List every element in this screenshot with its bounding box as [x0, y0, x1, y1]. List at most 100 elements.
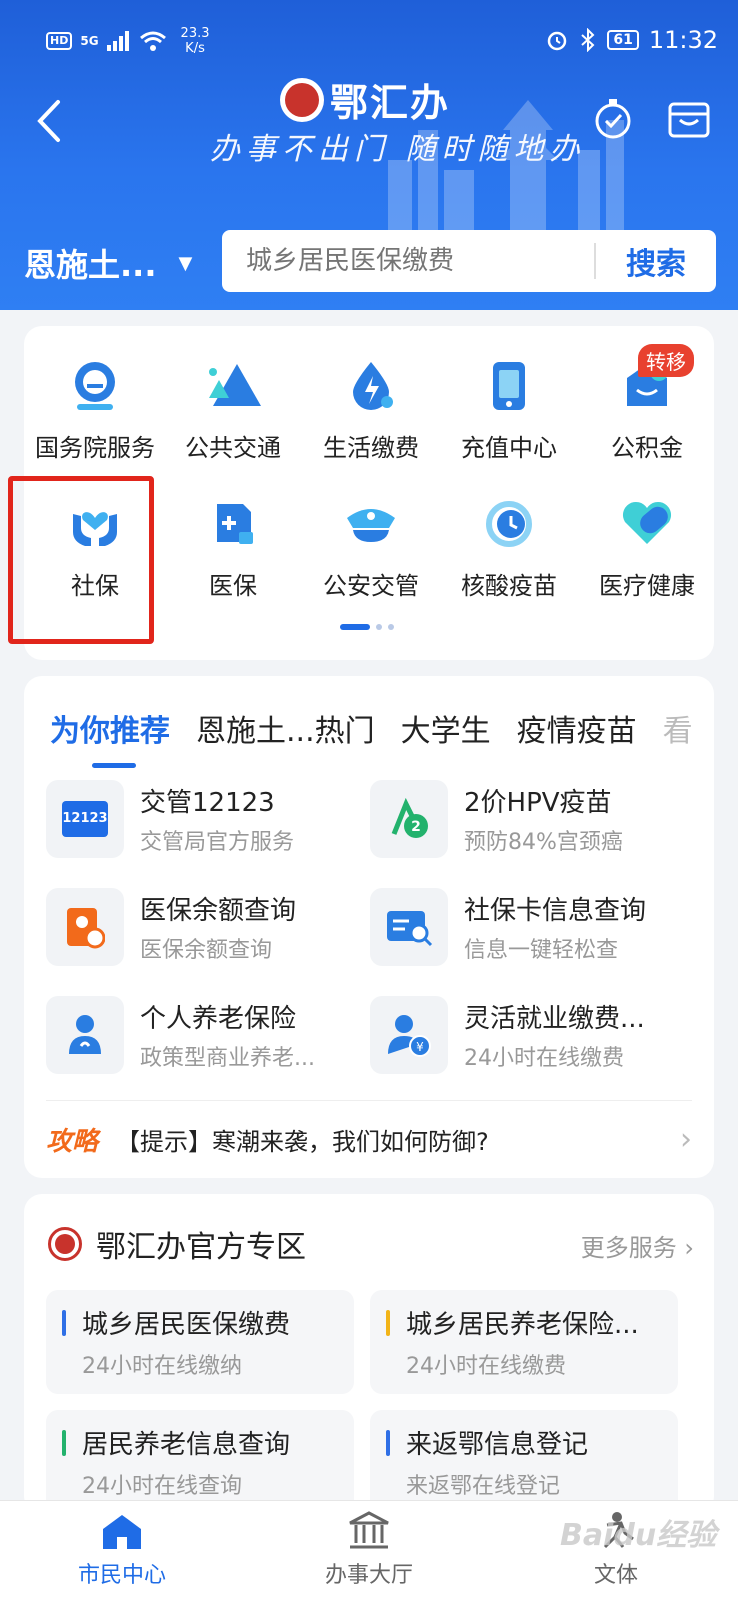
recommend-card: 为你推荐 恩施土...热门 大学生 疫情疫苗 看 12123 交管12123 交… [24, 676, 714, 1178]
recommend-item[interactable]: 医保余额查询 医保余额查询 [46, 888, 366, 968]
recommend-item[interactable]: 12123 交管12123 交管局官方服务 [46, 780, 366, 860]
accent-bar [386, 1430, 390, 1456]
government-building-icon [349, 1511, 389, 1549]
region-selector[interactable]: 恩施土... ▼ [24, 240, 192, 286]
service-label: 公积金 [611, 434, 683, 462]
tab-epidemic[interactable]: 疫情疫苗 [517, 706, 637, 750]
employment-payment-icon: ¥ [370, 996, 448, 1074]
logo-emblem-icon [280, 77, 324, 122]
service-state-council[interactable]: 国务院服务 [26, 358, 164, 463]
recommend-title: 交管12123 [140, 788, 275, 818]
baidu-watermark: Baidu经验 [560, 1518, 717, 1553]
recommend-title: 社保卡信息查询 [464, 896, 647, 926]
service-label: 公安交管 [323, 572, 419, 600]
app-logo-small-icon [48, 1227, 82, 1261]
net-speed-value: 23.3 [180, 26, 210, 41]
svg-text:2: 2 [411, 819, 421, 835]
official-item[interactable]: 城乡居民养老保险... 24小时在线缴费 [370, 1290, 678, 1394]
traffic-12123-icon: 12123 [46, 780, 124, 858]
official-item[interactable]: 城乡居民医保缴费 24小时在线缴纳 [46, 1290, 354, 1394]
service-label: 医疗健康 [599, 572, 695, 600]
status-right: 61 11:32 [545, 26, 718, 54]
police-cap-icon [347, 509, 395, 542]
svg-text:¥: ¥ [416, 1040, 424, 1054]
recommend-title: 灵活就业缴费... [464, 1004, 645, 1034]
svg-text:12123: 12123 [62, 811, 107, 826]
recommend-subtitle: 交管局官方服务 [140, 830, 295, 855]
nav-label: 市民中心 [77, 1563, 166, 1588]
recommend-subtitle: 政策型商业养老... [140, 1046, 315, 1071]
service-utility-payment[interactable]: 生活缴费 [302, 358, 440, 463]
recommend-title: 医保余额查询 [140, 896, 297, 926]
recommend-subtitle: 信息一键轻松查 [464, 938, 619, 963]
recommend-subtitle: 预防84%宫颈癌 [464, 830, 623, 855]
official-zone-title: 鄂汇办官方专区 [96, 1230, 306, 1265]
official-item-subtitle: 24小时在线缴费 [406, 1354, 566, 1379]
utility-payment-icon [353, 362, 393, 410]
recommend-title: 2价HPV疫苗 [464, 788, 612, 818]
status-left: HD 5G 23.3 K/s [46, 26, 210, 56]
nav-citizen-center[interactable]: 市民中心 [42, 1511, 202, 1589]
chevron-right-icon: › [684, 1234, 694, 1262]
recommend-item[interactable]: 2 2价HPV疫苗 预防84%宫颈癌 [370, 780, 690, 860]
service-label: 核酸疫苗 [461, 572, 557, 600]
service-medical-insurance[interactable]: 医保 [164, 496, 302, 601]
accent-bar [62, 1310, 66, 1336]
official-item[interactable]: 来返鄂信息登记 来返鄂在线登记 [370, 1410, 678, 1514]
wallet-icon[interactable] [666, 96, 712, 142]
search-button[interactable]: 搜索 [596, 239, 716, 283]
app-header: HD 5G 23.3 K/s 61 11:32 鄂汇办 办事不出门 随时随地办 … [0, 0, 738, 310]
tab-for-you[interactable]: 为你推荐 [50, 706, 170, 768]
recommend-item[interactable]: 个人养老保险 政策型商业养老... [46, 996, 366, 1076]
official-item-title: 城乡居民医保缴费 [82, 1310, 291, 1340]
pager-dot-active [340, 624, 370, 630]
tab-local-hot[interactable]: 恩施土...热门 [196, 706, 375, 750]
net-speed-unit: K/s [185, 41, 205, 56]
divider [46, 1100, 692, 1101]
nav-label: 办事大厅 [324, 1563, 413, 1588]
status-bar: HD 5G 23.3 K/s 61 11:32 [0, 0, 738, 70]
tip-tag: 攻略 [46, 1126, 99, 1157]
clock-time: 11:32 [648, 26, 718, 54]
service-health[interactable]: 医疗健康 [578, 496, 716, 601]
battery-indicator: 61 [607, 30, 639, 50]
search-input[interactable] [222, 246, 594, 276]
official-item-subtitle: 24小时在线查询 [82, 1474, 242, 1499]
recharge-phone-icon [493, 362, 525, 410]
service-label: 国务院服务 [35, 434, 155, 462]
stopwatch-check-icon[interactable] [590, 96, 636, 142]
service-police-traffic[interactable]: 公安交管 [302, 496, 440, 601]
accent-bar [386, 1310, 390, 1336]
official-item-title: 城乡居民养老保险... [406, 1310, 639, 1340]
signal-label: 5G [80, 34, 99, 48]
more-services-label: 更多服务 [580, 1234, 677, 1262]
medical-balance-icon [46, 888, 124, 966]
more-services-link[interactable]: 更多服务 › [581, 1228, 694, 1263]
service-nucleic-vaccine[interactable]: 核酸疫苗 [440, 496, 578, 601]
service-public-transit[interactable]: 公共交通 [164, 358, 302, 463]
nav-label: 文体 [593, 1563, 638, 1588]
recommend-item[interactable]: 社保卡信息查询 信息一键轻松查 [370, 888, 690, 968]
app-title: 鄂汇办 [330, 80, 451, 125]
tab-more[interactable]: 看 [663, 706, 693, 750]
home-icon [103, 1515, 141, 1549]
net-speed: 23.3 K/s [181, 26, 210, 56]
health-capsule-icon [622, 501, 672, 544]
clock-refresh-icon [486, 501, 532, 547]
recommend-tabs: 为你推荐 恩施土...热门 大学生 疫情疫苗 看 [50, 706, 693, 768]
service-label: 生活缴费 [323, 434, 419, 462]
recommend-item[interactable]: ¥ 灵活就业缴费... 24小时在线缴费 [370, 996, 690, 1076]
tip-banner[interactable]: 攻略 【提示】寒潮来袭，我们如何防御? › [46, 1116, 692, 1162]
chevron-right-icon: › [680, 1121, 692, 1157]
tab-college[interactable]: 大学生 [401, 706, 491, 750]
service-recharge[interactable]: 充值中心 [440, 358, 578, 463]
service-label: 医保 [209, 572, 257, 600]
card-search-icon [370, 888, 448, 966]
official-zone-header: 鄂汇办官方专区 [48, 1222, 306, 1266]
nav-service-hall[interactable]: 办事大厅 [289, 1511, 449, 1589]
highlight-annotation-box [8, 476, 154, 644]
back-arrow-icon[interactable] [30, 96, 70, 146]
alarm-icon [548, 31, 567, 51]
official-item[interactable]: 居民养老信息查询 24小时在线查询 [46, 1410, 354, 1514]
state-council-icon [75, 362, 115, 410]
